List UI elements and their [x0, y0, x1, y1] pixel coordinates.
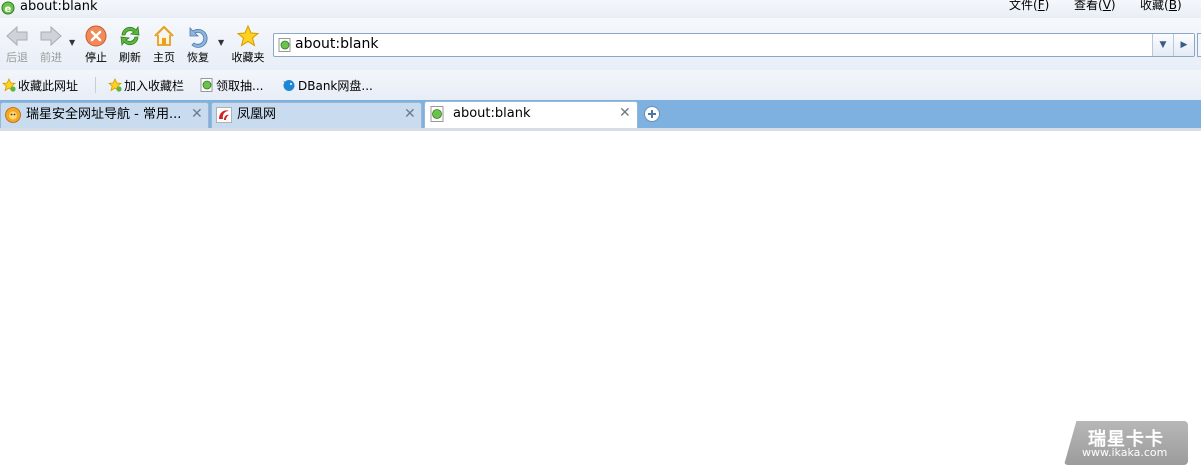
- play-arrow-icon: ▶: [1180, 40, 1188, 50]
- menu-favorites[interactable]: 收藏(B): [1140, 0, 1182, 12]
- favorites-button[interactable]: 收藏夹: [228, 24, 268, 68]
- search-box-edge[interactable]: [1197, 33, 1201, 57]
- home-button[interactable]: 主页: [150, 24, 178, 68]
- refresh-button[interactable]: 刷新: [116, 24, 144, 68]
- rising-kaka-watermark: 瑞星卡卡 www.ikaka.com: [1064, 421, 1188, 465]
- ifeng-logo-icon: [216, 107, 232, 123]
- menu-view[interactable]: 查看(V): [1074, 0, 1116, 12]
- address-dropdown-button[interactable]: ▼: [1152, 34, 1173, 56]
- favorites-bar: 收藏此网址 加入收藏栏 领取抽... DBank网盘...: [0, 70, 1201, 100]
- tab-strip: 瑞星安全网址导航 - 常用... ✕ 凤凰网 ✕ about:blank ✕: [0, 100, 1201, 128]
- new-tab-plus-icon[interactable]: [644, 106, 660, 122]
- star-add-icon: [2, 78, 16, 92]
- favorites-separator: [95, 77, 96, 93]
- go-button[interactable]: ▶: [1173, 34, 1194, 56]
- fav-add-this-site[interactable]: 收藏此网址: [2, 78, 78, 94]
- restore-dropdown-icon[interactable]: ▼: [218, 38, 224, 47]
- tab-about-blank[interactable]: about:blank ✕: [424, 101, 638, 128]
- address-input[interactable]: [295, 35, 1145, 53]
- home-icon: [154, 25, 174, 46]
- ie-page-icon: [200, 78, 213, 92]
- page-content-blank: [0, 131, 1201, 470]
- close-icon[interactable]: ✕: [404, 105, 416, 123]
- undo-arrow-icon: [189, 27, 208, 48]
- fav-add-to-bar[interactable]: 加入收藏栏: [108, 78, 184, 94]
- restore-button[interactable]: 恢复: [184, 24, 212, 68]
- back-button[interactable]: 后退: [3, 24, 31, 68]
- address-bar: ▼ ▶: [273, 33, 1195, 57]
- forward-arrow-icon: [40, 25, 62, 47]
- stop-icon: [85, 25, 107, 47]
- dbank-bird-icon: [283, 80, 295, 91]
- title-bar: e about:blank 文件(F) 查看(V) 收藏(B): [0, 0, 1201, 18]
- back-arrow-icon: [6, 25, 28, 47]
- tab-rising-navigation[interactable]: 瑞星安全网址导航 - 常用... ✕: [0, 102, 209, 128]
- rising-lion-icon: [5, 107, 21, 123]
- close-icon[interactable]: ✕: [191, 105, 203, 123]
- stop-button[interactable]: 停止: [82, 24, 110, 68]
- browser-logo-icon: e: [1, 1, 15, 15]
- forward-button[interactable]: 前进: [37, 24, 65, 68]
- svg-text:e: e: [5, 4, 12, 15]
- navigation-toolbar: 后退 前进 ▼ 停止 刷新 主页 恢复 ▼ 收藏夹 about:blank ▼ …: [0, 18, 1201, 70]
- chevron-down-icon: ▼: [1159, 40, 1167, 50]
- star-add-icon: [108, 78, 122, 92]
- menu-file[interactable]: 文件(F): [1009, 0, 1049, 12]
- fav-dbank[interactable]: DBank网盘...: [282, 78, 373, 94]
- window-title: about:blank: [20, 0, 98, 14]
- page-icon: [278, 38, 291, 52]
- fav-lottery[interactable]: 领取抽...: [200, 78, 263, 94]
- close-icon[interactable]: ✕: [619, 104, 631, 122]
- tab-ifeng[interactable]: 凤凰网 ✕: [211, 102, 422, 128]
- refresh-icon: [120, 25, 140, 47]
- forward-dropdown-icon[interactable]: ▼: [69, 38, 75, 47]
- star-icon: [236, 24, 260, 47]
- ie-page-icon: [430, 106, 444, 122]
